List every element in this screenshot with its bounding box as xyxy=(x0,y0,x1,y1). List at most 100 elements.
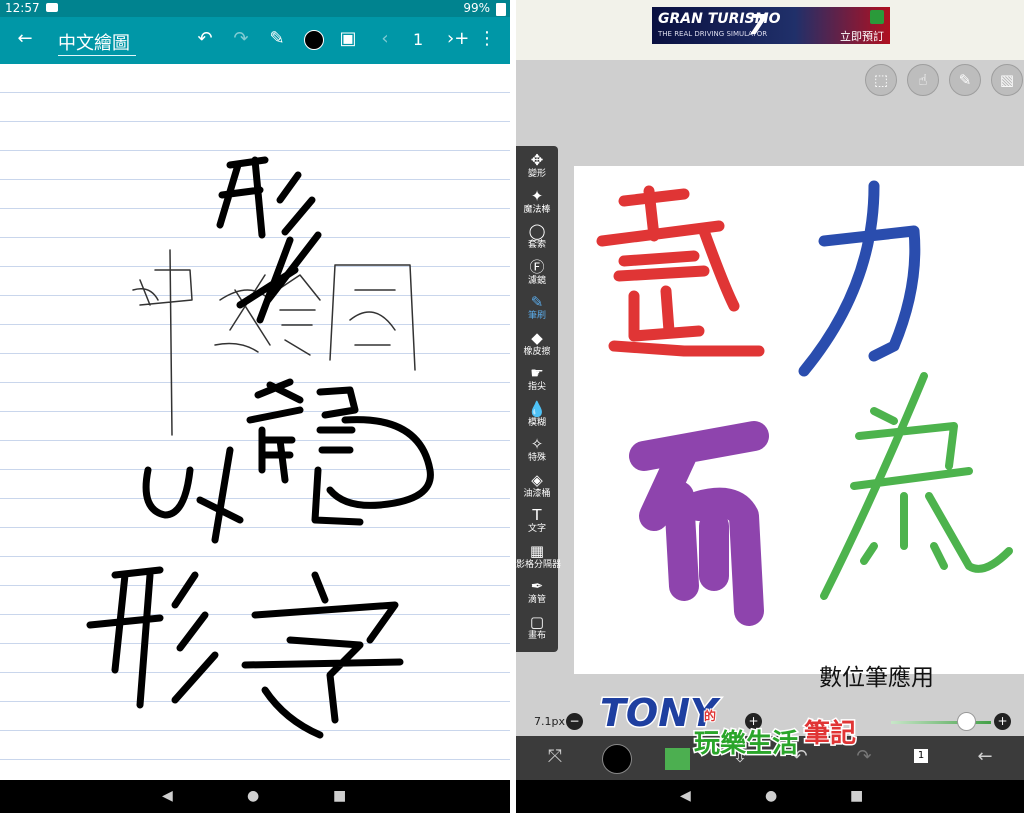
svg-text:的: 的 xyxy=(704,708,716,723)
tool-text[interactable]: T 文字 xyxy=(516,506,558,535)
youtube-notification-icon xyxy=(46,3,58,12)
ad-banner[interactable]: GRAN TURISMO THE REAL DRIVING SIMULATOR … xyxy=(652,7,890,44)
calligraphy-drawing xyxy=(596,180,1013,626)
tool-blur[interactable]: 💧 模糊 xyxy=(516,399,558,428)
app-toolbar: ← 中文繪圖 ↶ ↷ ✎ ▣ ‹ 1 ›+ ⋮ xyxy=(0,17,510,64)
brush-icon: ✎ xyxy=(530,293,544,311)
ad-logo-icon xyxy=(870,10,884,24)
right-screen: GRAN TURISMO THE REAL DRIVING SIMULATOR … xyxy=(516,0,1024,813)
ink-color-button[interactable] xyxy=(304,30,324,50)
brush-size-minus-icon[interactable]: − xyxy=(566,713,583,730)
ad-number: 7 xyxy=(748,8,768,41)
transform-icon[interactable]: ⤧ xyxy=(543,748,567,766)
green-strokes xyxy=(820,372,1013,600)
pen-icon[interactable]: ✎ xyxy=(266,30,288,48)
add-page-icon[interactable]: ›+ xyxy=(447,30,469,48)
page-title[interactable]: 中文繪圖 xyxy=(58,29,130,55)
tool-label: 油漆桶 xyxy=(523,488,551,499)
canvas-icon: ▢ xyxy=(529,612,545,631)
layers-icon[interactable]: 1 xyxy=(914,749,928,763)
tool-label: 筆刷 xyxy=(527,311,546,321)
lined-paper-canvas[interactable] xyxy=(0,64,510,780)
drawing-canvas[interactable] xyxy=(574,166,1024,674)
tool-panel: ✥ 變形 ✦ 魔法棒 ◯ 套索 Ⓕ 濾鏡 ✎ 筆刷 ◆ 橡皮擦 ☛ 指尖 💧 模糊 ✧ 特殊 ◈ 油漆桶 T 文字 ▦ 影格分… xyxy=(516,146,562,652)
hand-icon[interactable]: ☝ xyxy=(907,64,939,96)
redo-icon[interactable]: ↷ xyxy=(230,30,252,48)
nav-home-icon[interactable]: ● xyxy=(765,788,777,804)
brush-size-label: 7.1px xyxy=(534,715,565,728)
tool-lasso[interactable]: ◯ 套索 xyxy=(516,222,558,251)
tool-fill[interactable]: ◈ 油漆桶 xyxy=(516,470,558,499)
nav-back-icon[interactable]: ◀ xyxy=(162,788,173,804)
chevron-left-icon[interactable]: ‹ xyxy=(374,30,396,48)
purple-strokes xyxy=(629,421,769,626)
nav-back-icon[interactable]: ◀ xyxy=(680,788,691,804)
tool-frame-divider[interactable]: ▦ 影格分隔器 xyxy=(516,541,562,570)
eraser-icon: ◆ xyxy=(531,328,543,347)
handwriting-drawing xyxy=(86,156,434,739)
opacity-slider[interactable] xyxy=(891,721,991,724)
nav-recents-icon[interactable]: ■ xyxy=(333,788,346,804)
smudge-icon: ☛ xyxy=(530,364,544,382)
tool-magic-wand[interactable]: ✦ 魔法棒 xyxy=(516,186,558,215)
tool-label: 特殊 xyxy=(527,453,546,463)
lasso-icon: ◯ xyxy=(528,222,546,240)
svg-text:筆記: 筆記 xyxy=(804,718,856,749)
android-nav-bar-right: ◀ ● ■ xyxy=(516,780,1024,813)
status-battery: 99% xyxy=(463,1,490,15)
opacity-plus-icon[interactable]: + xyxy=(994,713,1011,730)
text-icon: T xyxy=(532,506,542,524)
red-strokes xyxy=(596,185,765,357)
tool-label: 套索 xyxy=(527,240,546,250)
tool-smudge[interactable]: ☛ 指尖 xyxy=(516,364,558,393)
ad-banner-bar: GRAN TURISMO THE REAL DRIVING SIMULATOR … xyxy=(516,0,1024,60)
tool-eraser[interactable]: ◆ 橡皮擦 xyxy=(516,328,558,357)
eyedropper-icon: ✒ xyxy=(530,577,544,595)
android-nav-bar: ◀ ● ■ xyxy=(0,780,510,813)
fx-icon: Ⓕ xyxy=(529,257,545,276)
left-screen: 12:57 99% ← 中文繪圖 ↶ ↷ ✎ ▣ ‹ 1 ›+ ⋮ ◀ ● ■ xyxy=(0,0,510,813)
nav-recents-icon[interactable]: ■ xyxy=(850,788,863,804)
ruler-icon[interactable]: ✎ xyxy=(949,64,981,96)
tool-canvas[interactable]: ▢ 畫布 xyxy=(516,612,558,641)
fill-icon: ◈ xyxy=(531,470,543,489)
status-time: 12:57 xyxy=(5,1,40,15)
ad-cta: 立即預訂 xyxy=(840,30,884,43)
tool-label: 滴管 xyxy=(527,595,546,605)
tool-label: 濾鏡 xyxy=(527,275,546,286)
tool-label: 魔法棒 xyxy=(523,204,551,215)
tool-label: 文字 xyxy=(527,524,546,534)
marker-handwriting xyxy=(86,156,434,739)
image-icon[interactable]: ▣ xyxy=(337,30,359,48)
page-number: 1 xyxy=(413,30,424,49)
blue-strokes xyxy=(798,180,921,377)
tool-label: 模糊 xyxy=(527,417,546,428)
tony-watermark-logo: TONY 的 玩樂生活 筆記 xyxy=(594,684,894,761)
gallery-icon[interactable]: ▧ xyxy=(991,64,1023,96)
move-icon: ✥ xyxy=(530,151,544,169)
svg-text:玩樂生活: 玩樂生活 xyxy=(694,728,798,758)
blur-icon: 💧 xyxy=(527,399,547,418)
tool-fx[interactable]: Ⓕ 濾鏡 xyxy=(516,257,558,286)
title-underline xyxy=(58,55,136,56)
tool-move[interactable]: ✥ 變形 xyxy=(516,151,558,180)
tool-special[interactable]: ✧ 特殊 xyxy=(516,436,558,464)
undo-icon[interactable]: ↶ xyxy=(194,30,216,48)
nav-home-icon[interactable]: ● xyxy=(247,788,259,804)
status-bar: 12:57 99% xyxy=(0,0,510,17)
tool-label: 橡皮擦 xyxy=(523,346,551,357)
battery-icon xyxy=(496,3,506,16)
selection-icon[interactable]: ⬚ xyxy=(865,64,897,96)
tool-label: 指尖 xyxy=(527,382,546,392)
frame-divider-icon: ▦ xyxy=(529,541,545,560)
opacity-slider-knob[interactable] xyxy=(957,712,976,731)
magic-wand-icon: ✦ xyxy=(530,186,544,205)
tool-brush[interactable]: ✎ 筆刷 xyxy=(516,293,558,322)
tool-label: 影格分隔器 xyxy=(516,559,562,570)
more-vert-icon[interactable]: ⋮ xyxy=(476,30,498,48)
back-arrow-icon[interactable]: ← xyxy=(973,748,997,766)
arrow-left-icon[interactable]: ← xyxy=(14,30,36,48)
tool-label: 變形 xyxy=(527,169,546,179)
tool-label: 畫布 xyxy=(527,630,546,641)
tool-eyedropper[interactable]: ✒ 滴管 xyxy=(516,577,558,606)
